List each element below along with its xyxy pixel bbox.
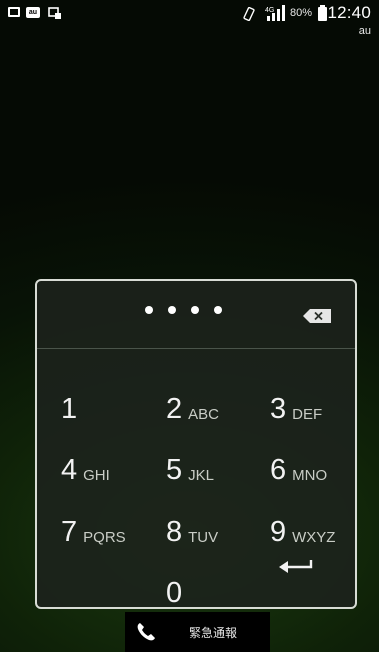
key-4[interactable]: 4 GHI bbox=[61, 425, 161, 485]
divider bbox=[37, 348, 355, 349]
pin-dot bbox=[214, 306, 222, 314]
key-3[interactable]: 3 DEF bbox=[270, 364, 370, 424]
key-digit: 6 bbox=[270, 454, 287, 486]
pin-dot bbox=[145, 306, 153, 314]
key-0[interactable]: 0 bbox=[166, 548, 266, 608]
battery-icon bbox=[318, 5, 327, 21]
key-letters: JKL bbox=[188, 467, 214, 484]
key-8[interactable]: 8 TUV bbox=[166, 487, 266, 547]
key-digit: 9 bbox=[270, 516, 287, 548]
backspace-icon[interactable] bbox=[303, 309, 331, 323]
key-1[interactable]: 1 bbox=[61, 364, 161, 424]
key-2[interactable]: 2 ABC bbox=[166, 364, 266, 424]
pin-entry-row bbox=[37, 281, 355, 348]
key-letters: MNO bbox=[292, 467, 328, 484]
key-digit: 2 bbox=[166, 393, 183, 425]
emergency-call-label: 緊急通報 bbox=[189, 625, 238, 640]
key-digit: 5 bbox=[166, 454, 183, 486]
clock: 12:40 bbox=[327, 3, 371, 22]
battery-percent: 80% bbox=[290, 7, 313, 19]
image-transfer-icon bbox=[48, 7, 61, 19]
phone-icon bbox=[137, 623, 155, 641]
key-letters: DEF bbox=[292, 406, 323, 423]
key-letters: ABC bbox=[188, 406, 219, 423]
pin-keypad-panel: 1 2 ABC 3 DEF 4 GHI 5 JKL 6 MNO 7 PQRS 8… bbox=[35, 279, 357, 609]
screenshot-icon bbox=[8, 7, 20, 17]
emergency-call-button[interactable]: 緊急通報 bbox=[125, 612, 270, 652]
key-9[interactable]: 9 WXYZ bbox=[270, 487, 370, 547]
vibrate-icon bbox=[243, 7, 255, 21]
enter-button[interactable] bbox=[279, 551, 315, 575]
signal-icon: 4G bbox=[265, 5, 285, 21]
key-7[interactable]: 7 PQRS bbox=[61, 487, 161, 547]
key-letters: TUV bbox=[188, 529, 219, 546]
key-letters: PQRS bbox=[83, 529, 126, 546]
key-digit: 4 bbox=[61, 454, 78, 486]
svg-text:4G: 4G bbox=[265, 7, 274, 14]
status-bar: au 4G 80% 12:40 bbox=[0, 0, 379, 36]
key-digit: 7 bbox=[61, 516, 78, 548]
key-digit: 1 bbox=[61, 393, 78, 425]
pin-entry-field bbox=[145, 306, 222, 314]
au-app-icon: au bbox=[26, 7, 40, 18]
pin-dot bbox=[191, 306, 199, 314]
key-6[interactable]: 6 MNO bbox=[270, 425, 370, 485]
key-5[interactable]: 5 JKL bbox=[166, 425, 266, 485]
key-digit: 3 bbox=[270, 393, 287, 425]
key-digit: 0 bbox=[166, 577, 183, 609]
key-digit: 8 bbox=[166, 516, 183, 548]
carrier-label: au bbox=[358, 25, 371, 37]
key-letters: WXYZ bbox=[292, 529, 336, 546]
key-letters: GHI bbox=[83, 467, 110, 484]
enter-arrow-icon bbox=[279, 560, 313, 573]
pin-dot bbox=[168, 306, 176, 314]
